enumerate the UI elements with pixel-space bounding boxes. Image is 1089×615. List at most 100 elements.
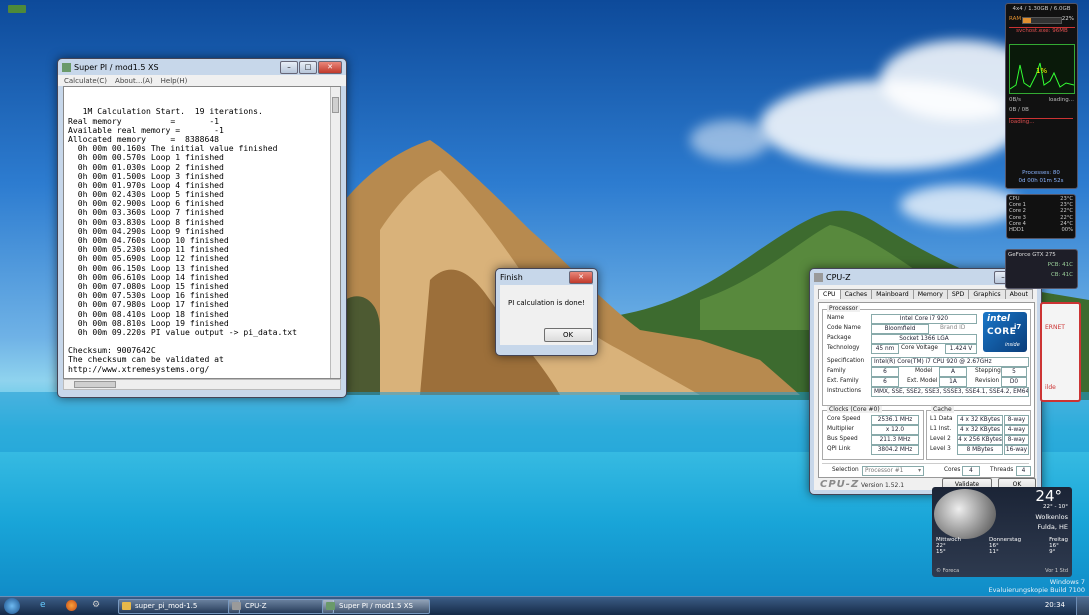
vertical-scrollbar[interactable] [330, 87, 340, 378]
group-title: Clocks (Core #0) [827, 406, 882, 413]
revision-label: Revision [975, 378, 1000, 384]
revision-field: D0 [1001, 377, 1027, 387]
close-button[interactable]: ✕ [318, 60, 342, 74]
spec-label: Specification [827, 358, 865, 364]
extfamily-field: 6 [871, 377, 899, 387]
console-line: 0h 00m 09.220s PI value output -> pi_dat… [68, 326, 298, 337]
app-icon [814, 272, 823, 282]
tab-memory[interactable]: Memory [912, 289, 948, 299]
group-title: Cache [931, 406, 954, 413]
ie-icon[interactable]: e [40, 600, 50, 611]
taskbar-item[interactable]: CPU-Z [228, 599, 334, 614]
day-low: 11° [989, 549, 999, 555]
weather-source: © Foreca [936, 568, 960, 574]
day-low: 9° [1049, 549, 1056, 555]
l1i-way: 4-way [1004, 425, 1029, 435]
forecast-day: Mittwoch 22° 15° [936, 537, 961, 555]
dialog-body: PI calculation is done! OK [500, 285, 593, 345]
tab-cpu[interactable]: CPU [818, 289, 841, 299]
core-text: CORE [987, 327, 1017, 337]
technology-label: Technology [827, 345, 860, 351]
codename-label: Code Name [827, 325, 861, 331]
uptime: 0d 00h 01m 52s [1018, 178, 1064, 184]
dialog-title: Finish [500, 272, 523, 282]
gpu-gadget: GeForce GTX 275 PCB: 41C CB: 41C [1005, 249, 1078, 289]
weather-updated: Vor 1 Std [1045, 568, 1068, 574]
l2-way: 8-way [1004, 435, 1029, 445]
watermark: Windows 7 Evaluierungskopie Build 7100 [988, 578, 1085, 594]
l3-label: Level 3 [930, 446, 951, 452]
superpi-window: Super PI / mod1.5 XS – □ ✕ Calculate(C) … [57, 58, 347, 398]
model-field: A [939, 367, 967, 377]
close-button[interactable]: ✕ [569, 270, 593, 284]
window-title: CPU-Z [826, 272, 851, 282]
inside-text: inside [1005, 342, 1020, 348]
name-label: Name [827, 315, 845, 321]
taskbar-item[interactable]: super_pi_mod-1.5 [118, 599, 240, 614]
maximize-button[interactable]: □ [299, 60, 317, 74]
show-desktop-button[interactable] [1076, 597, 1089, 615]
busspeed-label: Bus Speed [827, 436, 858, 442]
stepping-field: 5 [1001, 367, 1027, 377]
firefox-icon[interactable] [66, 600, 77, 611]
dialog-titlebar[interactable]: Finish ✕ [496, 269, 597, 285]
cpuz-body: CPU Caches Mainboard Memory SPD Graphics… [814, 285, 1037, 491]
extmodel-field: 1A [939, 377, 967, 387]
l2-field: 4 x 256 KBytes [957, 435, 1003, 445]
cpu-percent: 1% [1036, 67, 1048, 75]
tab-bar: CPU Caches Mainboard Memory SPD Graphics… [814, 285, 1037, 299]
dialog-message: PI calculation is done! [508, 299, 585, 307]
net-in: 0B/s [1009, 97, 1021, 103]
tab-graphics[interactable]: Graphics [968, 289, 1006, 299]
cpuz-logo: CPU-Z [820, 479, 860, 490]
taskbar-item[interactable]: Super PI / mod1.5 XS [322, 599, 430, 614]
ram-bar [1022, 17, 1062, 24]
watermark-line2: Evaluierungskopie Build 7100 [988, 586, 1085, 594]
start-button[interactable] [4, 598, 20, 614]
cpu-graph: 1% [1009, 44, 1075, 94]
console-text: 1M Calculation Start. 19 iterations. Real… [68, 107, 340, 374]
forecast-day: Donnerstag 16° 11° [989, 537, 1021, 555]
tab-caches[interactable]: Caches [839, 289, 873, 299]
threads-field: 4 [1016, 466, 1031, 476]
taskbar: e ⚙ super_pi_mod-1.5 CPU-Z Super PI / mod1… [0, 596, 1089, 615]
horizontal-scrollbar[interactable] [63, 379, 341, 390]
spec-field: Intel(R) Core(TM) i7 CPU 920 @ 2.67GHz [871, 357, 1029, 367]
app-icon [232, 602, 241, 610]
minimize-button[interactable]: – [280, 60, 298, 74]
toolbar-icon[interactable] [8, 5, 26, 13]
menubar: Calculate(C) About...(A) Help(H) [58, 75, 346, 86]
weather-gadget: 24° 22° - 10° Wolkenlos Fulda, HE Mittwo… [932, 487, 1072, 577]
cores-label: Cores [944, 467, 961, 473]
model-label: Model [915, 368, 933, 374]
clock[interactable]: 20:34 [1045, 601, 1065, 609]
tab-spd[interactable]: SPD [946, 289, 970, 299]
tab-mainboard[interactable]: Mainboard [871, 289, 914, 299]
superpi-titlebar[interactable]: Super PI / mod1.5 XS – □ ✕ [58, 59, 346, 75]
selection-dropdown[interactable]: Processor #1 ▾ [862, 466, 924, 476]
menu-about[interactable]: About...(A) [115, 77, 153, 85]
l1d-way: 8-way [1004, 415, 1029, 425]
selection-label: Selection [832, 467, 859, 473]
cpuz-window: CPU-Z – ✕ CPU Caches Mainboard Memory SP… [809, 268, 1042, 495]
tab-about[interactable]: About [1004, 289, 1033, 299]
taskbar-label: CPU-Z [245, 602, 267, 610]
menu-calculate[interactable]: Calculate(C) [64, 77, 107, 85]
menu-help[interactable]: Help(H) [161, 77, 188, 85]
taskbar-label: Super PI / mod1.5 XS [339, 602, 413, 610]
chevron-down-icon: ▾ [918, 468, 921, 474]
corevoltage-label: Core Voltage [901, 345, 939, 351]
day-low: 15° [936, 549, 946, 555]
cores-field: 4 [962, 466, 980, 476]
forecast-row: Mittwoch 22° 15° Donnerstag 16° 11° Freitag 1… [936, 537, 1068, 555]
app-icon [62, 62, 71, 72]
tools-icon[interactable]: ⚙ [92, 600, 102, 611]
l1d-label: L1 Data [930, 416, 953, 422]
temp-value: 00% [1061, 227, 1073, 234]
ok-button[interactable]: OK [544, 328, 592, 342]
intel-logo: intel CORE i7 inside [983, 312, 1027, 352]
output-console: 1M Calculation Start. 19 iterations. Real… [63, 86, 341, 379]
selection-row: Selection Processor #1 ▾ Cores 4 Threads … [822, 463, 1031, 476]
temp-row: HDD1 00% [1009, 227, 1073, 233]
temperature-gadget: CPU 23°C Core 1 23°C Core 2 22°C Core 3 22°C Cor… [1006, 194, 1076, 239]
